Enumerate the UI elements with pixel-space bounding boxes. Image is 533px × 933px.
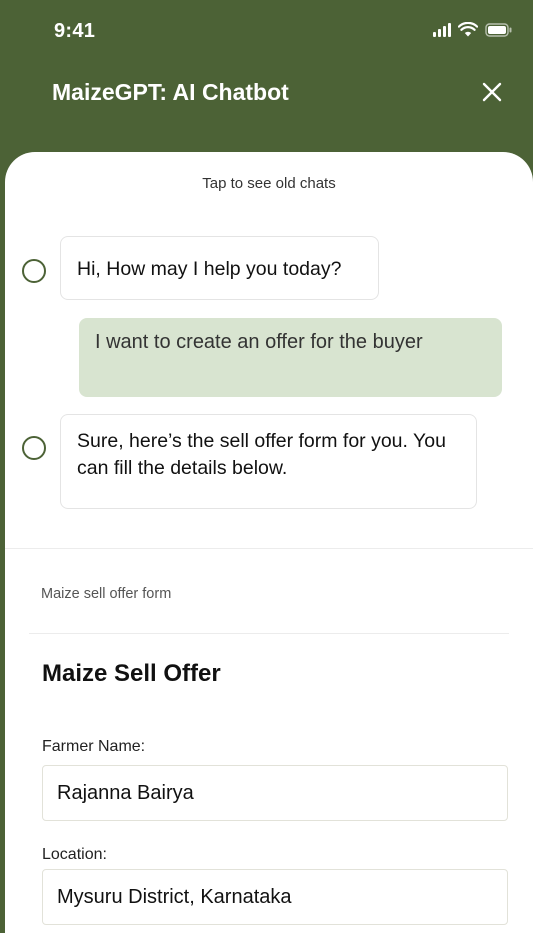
- battery-icon: [485, 22, 512, 37]
- form-section-label: Maize sell offer form: [41, 586, 172, 602]
- location-label: Location:: [42, 846, 107, 863]
- section-divider: [5, 548, 533, 549]
- chat-header: MaizeGPT: AI Chatbot: [0, 60, 533, 130]
- wifi-icon: [458, 22, 478, 37]
- form-divider: [29, 633, 509, 634]
- user-message: I want to create an offer for the buyer: [79, 318, 502, 397]
- status-time: 9:41: [54, 20, 96, 42]
- farmer-name-input[interactable]: [42, 765, 508, 821]
- old-chats-link[interactable]: Tap to see old chats: [5, 175, 533, 192]
- bot-message: Sure, here’s the sell offer form for you…: [60, 414, 477, 509]
- status-bar: 9:41: [0, 0, 533, 60]
- bot-message: Hi, How may I help you today?: [60, 236, 379, 300]
- header-title: MaizeGPT: AI Chatbot: [52, 79, 289, 105]
- form-title: Maize Sell Offer: [42, 660, 221, 687]
- close-icon[interactable]: [477, 77, 507, 107]
- app-screen: 9:41 MaizeGPT: AI Chatbot Tap to see old…: [0, 0, 533, 933]
- farmer-name-label: Farmer Name:: [42, 738, 146, 755]
- bot-avatar-icon: [22, 436, 46, 460]
- location-input[interactable]: [42, 869, 508, 925]
- bot-avatar-icon: [22, 259, 46, 283]
- status-icons: [433, 22, 513, 37]
- signal-icon: [433, 22, 451, 37]
- chat-sheet: Tap to see old chats Hi, How may I help …: [5, 152, 533, 933]
